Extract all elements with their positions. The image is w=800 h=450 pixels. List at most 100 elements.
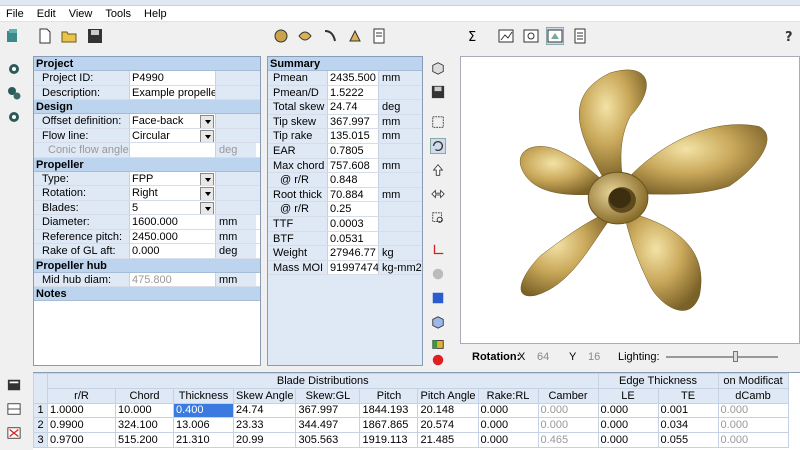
blade-edit-icon[interactable] <box>296 27 314 45</box>
table-cell[interactable]: 23.33 <box>232 417 297 434</box>
column-header[interactable]: Pitch <box>359 387 419 404</box>
column-header[interactable]: r/R <box>47 387 116 404</box>
delete-row-icon[interactable] <box>5 424 23 442</box>
table-cell[interactable]: 324.100 <box>115 417 174 434</box>
table-cell[interactable]: 0.000 <box>477 417 539 434</box>
table-cell[interactable]: 21.485 <box>417 432 479 448</box>
notes-area[interactable] <box>34 301 260 361</box>
rotation-select[interactable]: Right <box>130 186 216 200</box>
table-cell[interactable]: 13.006 <box>173 417 234 434</box>
save-icon[interactable] <box>86 27 104 45</box>
sum-icon[interactable]: Σ <box>466 27 484 45</box>
column-header[interactable]: TE <box>657 387 719 404</box>
project-id-field[interactable]: P4990 <box>130 71 216 85</box>
table-cell[interactable]: 1.0000 <box>47 402 116 419</box>
table-cell[interactable]: 0.000 <box>597 402 659 419</box>
table-cell[interactable]: 21.310 <box>173 432 234 448</box>
render-3d-icon[interactable] <box>546 27 564 45</box>
description-field[interactable]: Example propeller <box>130 85 216 99</box>
pan-horizontal-icon[interactable] <box>430 186 446 202</box>
menu-help[interactable]: Help <box>138 8 174 20</box>
table-cell[interactable]: 0.000 <box>597 432 659 448</box>
table-cell[interactable]: 344.497 <box>295 417 361 434</box>
table-cell[interactable]: 0.000 <box>477 432 539 448</box>
new-file-icon[interactable] <box>36 27 54 45</box>
insert-row-icon[interactable] <box>5 400 23 418</box>
contour-icon[interactable] <box>522 27 540 45</box>
column-header[interactable]: Skew:GL <box>295 387 361 404</box>
column-header[interactable]: Thickness <box>173 387 234 404</box>
column-header[interactable]: Pitch Angle <box>417 387 479 404</box>
lighting-slider-thumb[interactable] <box>733 351 739 362</box>
color-icon[interactable] <box>430 290 446 306</box>
table-cell[interactable]: 0.000 <box>717 417 789 434</box>
report-icon[interactable] <box>370 27 388 45</box>
zoom-icon[interactable] <box>430 210 446 226</box>
pan-up-icon[interactable] <box>430 162 446 178</box>
row-number[interactable]: 3 <box>33 432 48 448</box>
axes-icon[interactable] <box>430 242 446 258</box>
table-cell[interactable]: 0.000 <box>717 402 789 419</box>
column-header[interactable]: Chord <box>115 387 174 404</box>
rotate-icon[interactable] <box>430 138 446 154</box>
column-header[interactable]: dCamb <box>717 387 789 404</box>
menu-view[interactable]: View <box>63 8 100 20</box>
diameter-field[interactable]: 1600.000 <box>130 215 216 229</box>
column-header[interactable]: Skew Angle <box>232 387 297 404</box>
row-number[interactable]: 2 <box>33 417 48 434</box>
table-cell[interactable]: 1844.193 <box>359 402 419 419</box>
table-cell[interactable]: 20.148 <box>417 402 479 419</box>
box-icon[interactable] <box>430 314 446 330</box>
fit-view-icon[interactable] <box>430 114 446 130</box>
menu-edit[interactable]: Edit <box>31 8 63 20</box>
stop-icon[interactable] <box>430 352 446 368</box>
rake-field[interactable]: 0.000 <box>130 244 216 258</box>
options-gear-icon[interactable] <box>5 108 23 126</box>
save-view-icon[interactable] <box>430 84 446 100</box>
section-icon[interactable] <box>321 27 339 45</box>
menu-tools[interactable]: Tools <box>99 8 138 20</box>
column-header[interactable]: Rake:RL <box>477 387 539 404</box>
table-cell[interactable]: 0.9900 <box>47 417 116 434</box>
table-cell[interactable]: 0.000 <box>597 417 659 434</box>
table-cell[interactable]: 0.9700 <box>47 432 116 448</box>
lighting-slider[interactable] <box>666 351 778 362</box>
table-cell[interactable]: 305.563 <box>295 432 361 448</box>
blade-view-icon[interactable] <box>272 27 290 45</box>
table-cell[interactable]: 0.465 <box>537 432 599 448</box>
table-cell[interactable]: 515.200 <box>115 432 174 448</box>
project-icon[interactable] <box>4 27 22 45</box>
table-cell[interactable]: 20.574 <box>417 417 479 434</box>
reference-pitch-field[interactable]: 2450.000 <box>130 229 216 243</box>
table-cell[interactable]: 0.055 <box>657 432 719 448</box>
table-icon[interactable] <box>5 376 23 394</box>
table-cell[interactable]: 10.000 <box>115 402 174 419</box>
settings-gear-icon[interactable] <box>5 60 23 78</box>
column-header[interactable]: Camber <box>537 387 599 404</box>
flow-line-select[interactable]: Circular <box>130 128 216 142</box>
blades-select[interactable]: 5 <box>130 200 216 214</box>
table-cell[interactable]: 0.400 <box>173 402 234 419</box>
propeller-3d-viewport[interactable] <box>460 56 800 344</box>
table-cell[interactable]: 24.74 <box>232 402 297 419</box>
open-folder-icon[interactable] <box>60 27 78 45</box>
table-cell[interactable]: 0.000 <box>477 402 539 419</box>
offset-definition-select[interactable]: Face-back <box>130 114 216 128</box>
config-icon[interactable] <box>5 84 23 102</box>
material-icon[interactable] <box>430 336 446 352</box>
cube-view-icon[interactable] <box>430 60 446 76</box>
row-number[interactable]: 1 <box>33 402 48 419</box>
table-cell[interactable]: 20.99 <box>232 432 297 448</box>
table-cell[interactable]: 0.001 <box>657 402 719 419</box>
shading-icon[interactable] <box>430 266 446 282</box>
rotation-x-value[interactable]: 64 <box>537 351 549 363</box>
menu-file[interactable]: File <box>0 8 31 20</box>
table-cell[interactable]: 0.034 <box>657 417 719 434</box>
document-icon[interactable] <box>571 27 589 45</box>
type-select[interactable]: FPP <box>130 171 216 185</box>
table-cell[interactable]: 0.000 <box>717 432 789 448</box>
rotation-y-value[interactable]: 16 <box>588 351 600 363</box>
column-header[interactable]: LE <box>597 387 659 404</box>
table-cell[interactable]: 0.000 <box>537 402 599 419</box>
table-cell[interactable]: 0.000 <box>537 417 599 434</box>
